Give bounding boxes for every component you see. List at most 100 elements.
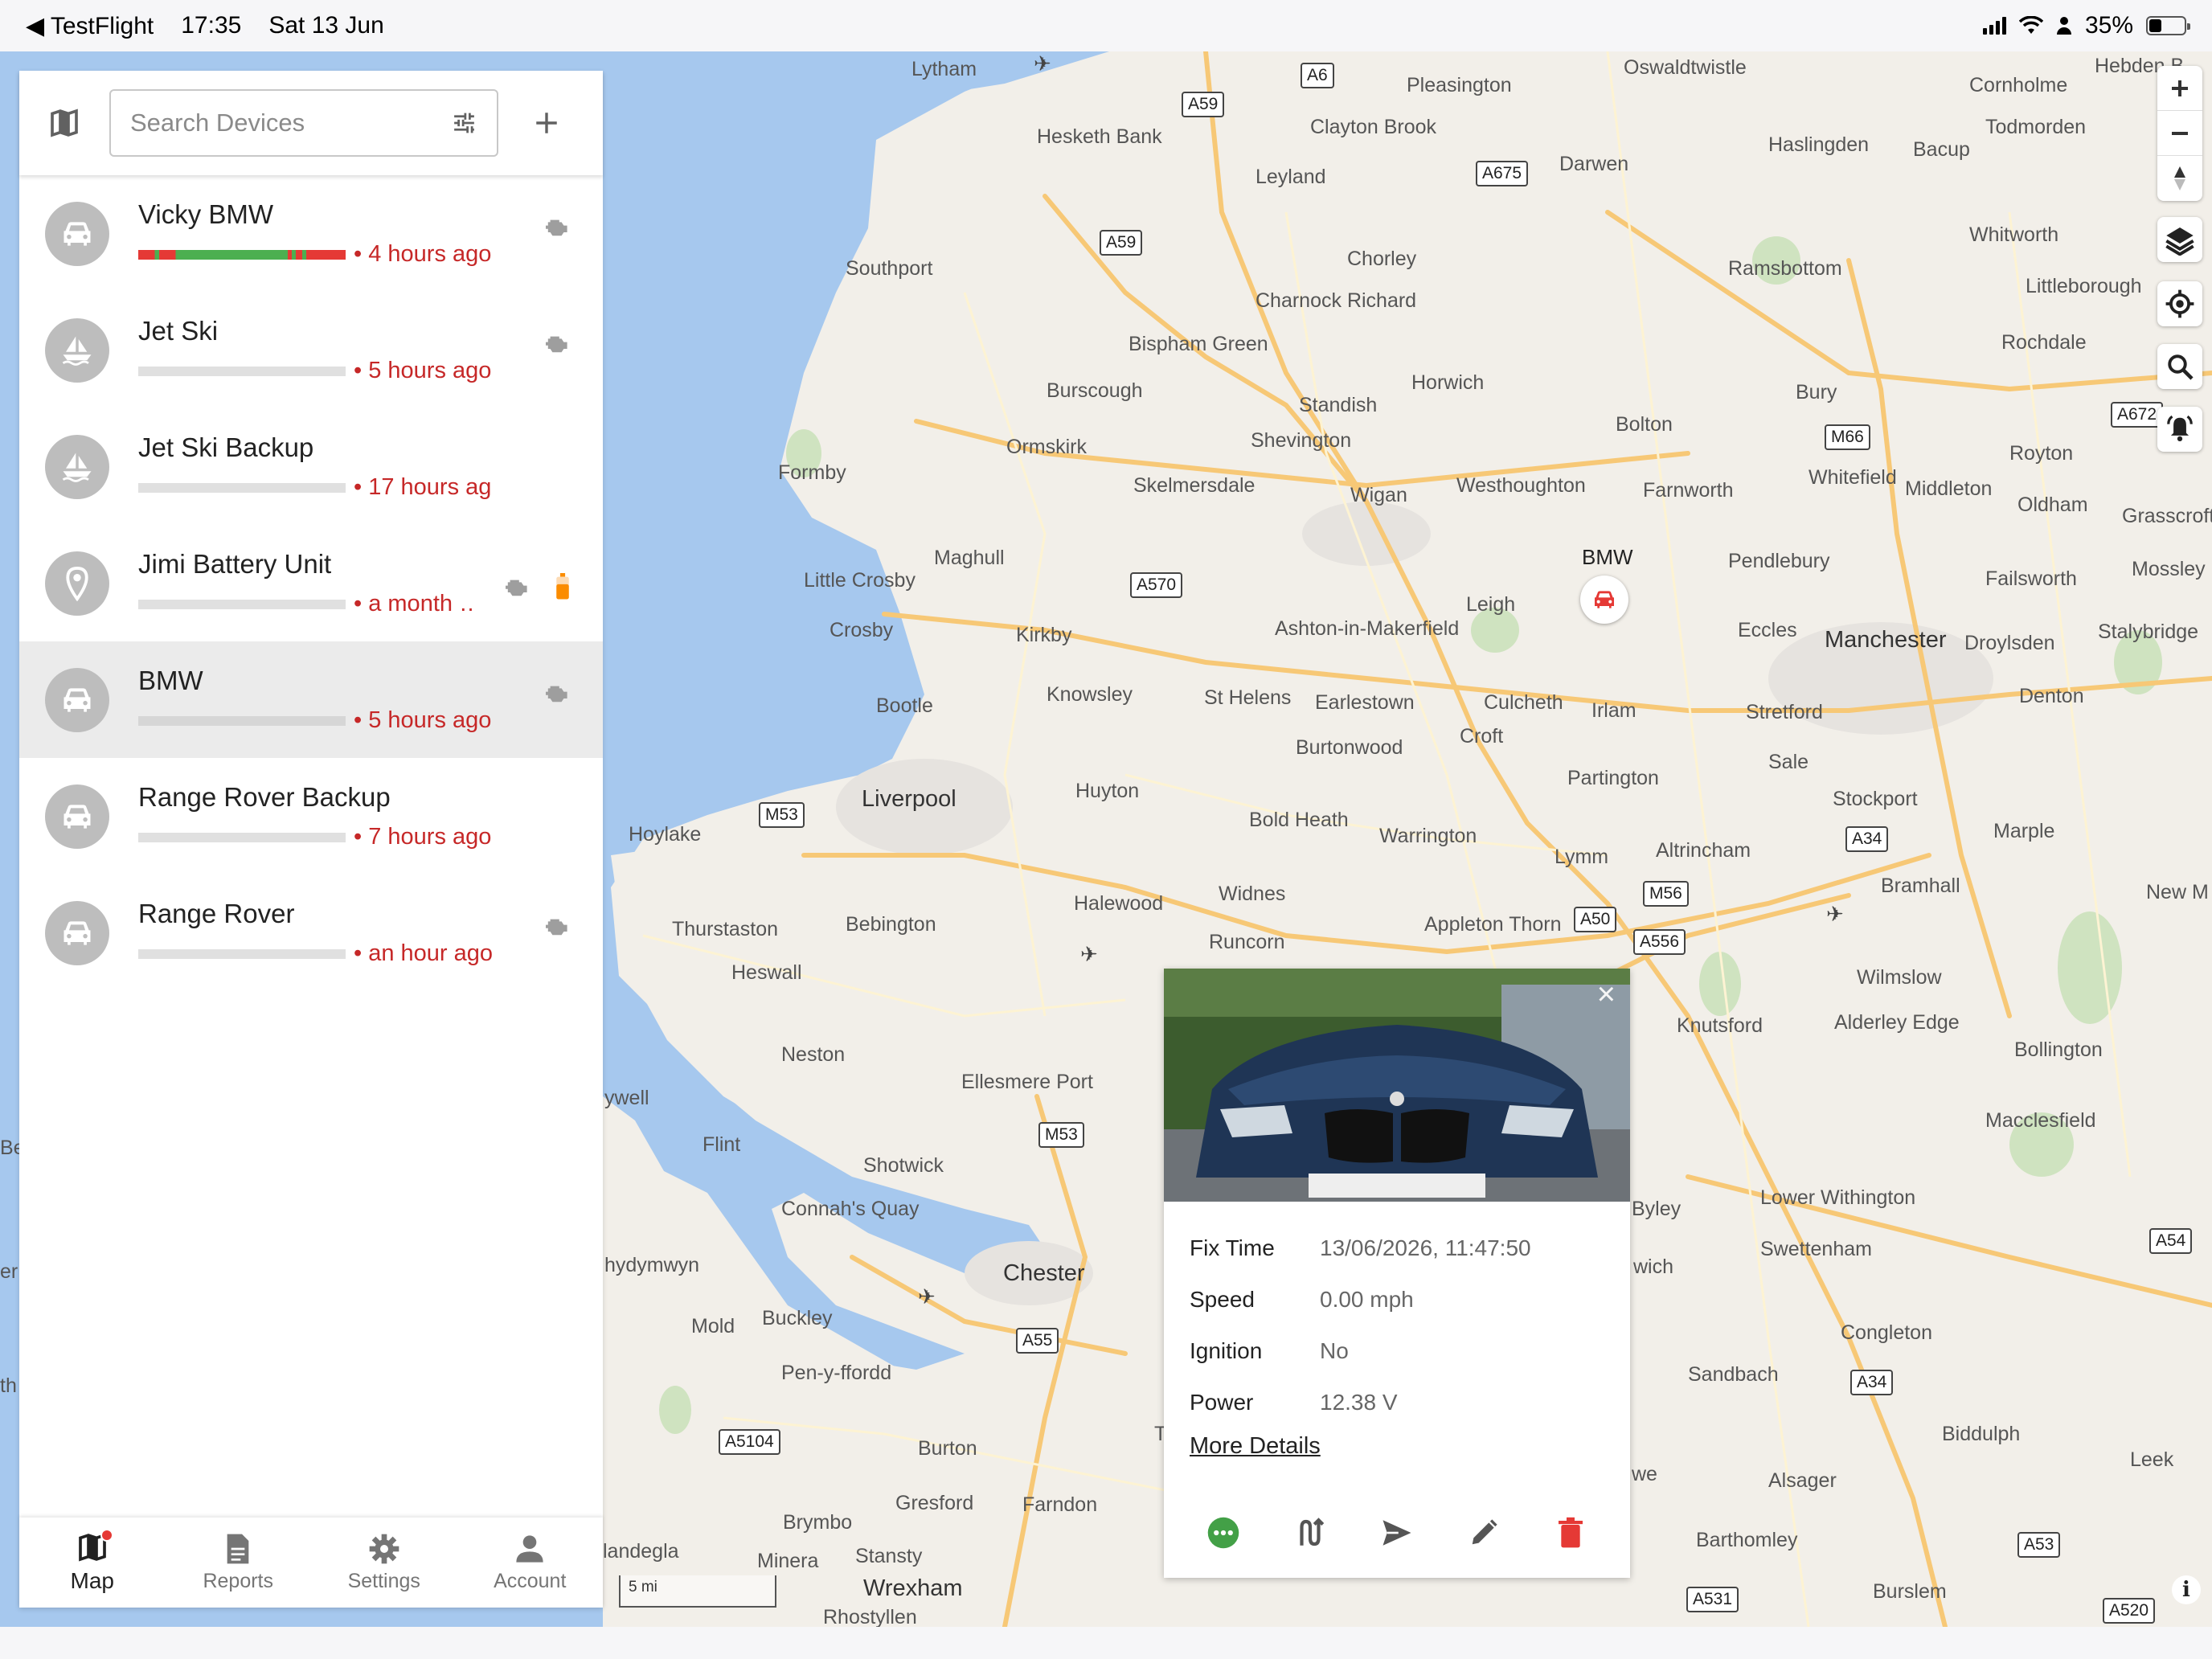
place-label: Halewood <box>1074 892 1164 915</box>
attribution-info-button[interactable]: i <box>2172 1575 2201 1604</box>
nav-label: Reports <box>203 1569 274 1592</box>
nav-map[interactable]: Map <box>19 1518 166 1608</box>
place-label: Wilmslow <box>1857 966 1942 989</box>
edit-device-button[interactable] <box>1460 1509 1508 1557</box>
place-label: Farndon <box>1022 1493 1098 1516</box>
attr-value: No <box>1320 1338 1349 1363</box>
add-device-button[interactable] <box>521 97 572 149</box>
replay-route-button[interactable] <box>1286 1509 1334 1557</box>
my-location-button[interactable] <box>2157 281 2202 326</box>
place-label: Knutsford <box>1677 1014 1763 1037</box>
place-label: Ramsbottom <box>1728 257 1842 280</box>
last-update-text: 17 hours ago <box>368 474 492 500</box>
place-label: we <box>1632 1463 1657 1485</box>
device-sidebar: Vicky BMW • 4 hours ago Jet Ski • 5 hour… <box>19 71 603 1608</box>
zoom-controls <box>2157 66 2202 201</box>
airport-icon: ✈ <box>1826 902 1844 926</box>
place-label: ywell <box>604 1087 649 1109</box>
road-shield: A53 <box>2017 1532 2061 1558</box>
nav-label: Map <box>70 1568 114 1593</box>
place-label: St Helens <box>1204 686 1292 709</box>
device-row-range-rover[interactable]: Range Rover • an hour ago <box>19 875 603 991</box>
status-bar: ◀ TestFlight 17:35 Sat 13 Jun 35% <box>0 0 2212 51</box>
alerts-control <box>2157 407 2202 452</box>
device-info-popup: × Fix Time 13/06/2026, 11:47:50 Speed 0.… <box>1164 969 1630 1578</box>
device-row-bmw[interactable]: BMW • 5 hours ago <box>19 641 603 758</box>
airport-icon: ✈ <box>1034 51 1051 76</box>
device-row-vicky-bmw[interactable]: Vicky BMW • 4 hours ago <box>19 175 603 292</box>
attr-row-power: Power 12.38 V <box>1190 1377 1604 1428</box>
place-label: Pleasington <box>1407 74 1512 96</box>
place-label: Bramhall <box>1881 875 1960 897</box>
place-label: Littleborough <box>2026 275 2142 297</box>
device-avatar <box>45 667 109 732</box>
last-update-time: • 5 hours ago <box>354 707 491 734</box>
nav-account[interactable]: Account <box>457 1518 604 1608</box>
place-label: Widnes <box>1219 883 1286 905</box>
compass-button[interactable] <box>2157 156 2202 201</box>
separator-dot: • <box>354 474 363 500</box>
vehicle-photo: × <box>1164 969 1630 1202</box>
place-label: Rhostyllen <box>823 1606 917 1627</box>
map-search-button[interactable] <box>2157 344 2202 389</box>
sidebar-header <box>19 71 603 175</box>
vehicle-photo-image <box>1164 969 1630 1202</box>
device-avatar <box>45 551 109 616</box>
bmw-map-marker[interactable] <box>1580 576 1628 624</box>
place-label: Heswall <box>731 961 802 984</box>
more-details-link[interactable]: More Details <box>1190 1433 1321 1460</box>
device-row-jimi-battery-unit[interactable]: Jimi Battery Unit • a month … <box>19 525 603 641</box>
device-avatar <box>45 434 109 499</box>
place-label: Manchester <box>1825 627 1947 653</box>
road-shield: A54 <box>2149 1228 2193 1254</box>
map-toggle-button[interactable] <box>39 97 90 149</box>
place-label: Shevington <box>1251 429 1352 452</box>
cellular-signal-icon <box>1982 17 2006 35</box>
nav-settings[interactable]: Settings <box>311 1518 457 1608</box>
send-command-button[interactable] <box>1373 1509 1421 1557</box>
last-update-time: • an hour ago <box>354 940 492 967</box>
delete-device-button[interactable] <box>1546 1509 1595 1557</box>
road-shield: M66 <box>1825 424 1870 450</box>
car-icon <box>63 920 91 945</box>
place-label: Cornholme <box>1969 74 2068 96</box>
place-label: Stretford <box>1746 701 1823 723</box>
layers-button[interactable] <box>2157 217 2202 262</box>
device-row-jet-ski[interactable]: Jet Ski • 5 hours ago <box>19 292 603 408</box>
place-label: Bootle <box>876 694 933 717</box>
alerts-button[interactable] <box>2157 407 2202 452</box>
marker-label: BMW <box>1582 545 1633 569</box>
place-label: Ormskirk <box>1006 436 1087 458</box>
back-to-testflight-link[interactable]: ◀ TestFlight <box>26 12 154 40</box>
place-label: Earlestown <box>1315 691 1415 714</box>
car-icon <box>63 221 91 246</box>
place-label: Droylsden <box>1964 632 2055 654</box>
place-label: Ashton-in-Makerfield <box>1275 617 1460 640</box>
last-update-time: • 17 hours ago <box>354 474 492 501</box>
activity-history-bar <box>138 832 346 842</box>
send-icon <box>1382 1520 1411 1546</box>
zoom-in-button[interactable] <box>2157 66 2202 111</box>
person-icon <box>2056 17 2071 35</box>
filter-sliders-icon[interactable] <box>451 109 477 137</box>
place-label: Hesketh Bank <box>1037 125 1162 148</box>
place-label: Stansty <box>855 1545 923 1567</box>
more-options-button[interactable] <box>1199 1509 1247 1557</box>
device-row-jet-ski-backup[interactable]: Jet Ski Backup • 17 hours ago <box>19 408 603 525</box>
activity-history-bar <box>138 366 346 376</box>
device-name: Jet Ski <box>138 316 219 346</box>
place-label: Lymm <box>1555 846 1609 868</box>
trash-icon <box>1559 1517 1583 1548</box>
place-label: Maghull <box>934 547 1005 569</box>
place-label: Huyton <box>1075 780 1140 802</box>
nav-reports[interactable]: Reports <box>166 1518 312 1608</box>
close-popup-button[interactable]: × <box>1597 978 1616 1010</box>
zoom-out-button[interactable] <box>2157 111 2202 156</box>
engine-icon <box>546 919 567 936</box>
place-label: Kirkby <box>1016 624 1072 646</box>
device-row-range-rover-backup[interactable]: Range Rover Backup • 7 hours ago <box>19 758 603 875</box>
engine-icon <box>506 580 527 596</box>
last-update-text: 4 hours ago <box>368 241 492 267</box>
boat-icon <box>62 336 92 366</box>
search-devices-input[interactable] <box>130 109 451 137</box>
